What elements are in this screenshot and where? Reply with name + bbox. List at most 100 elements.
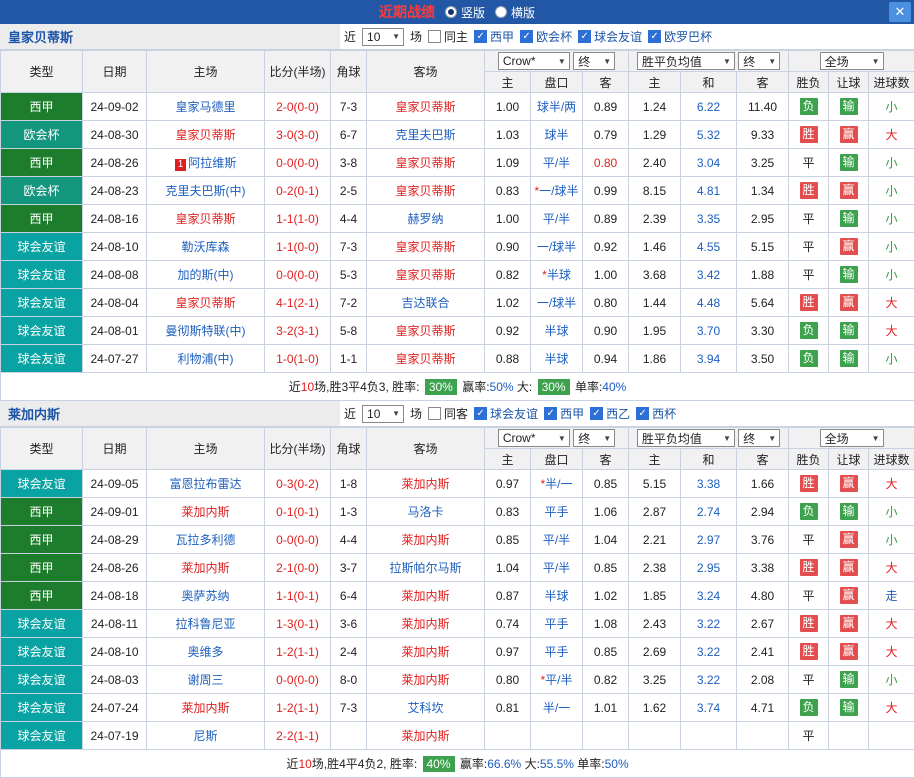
checkbox-icon[interactable] [428,407,441,420]
home-team[interactable]: 瓦拉多利德 [147,526,265,554]
score-cell: 2-2(1-1) [265,722,331,750]
league-filter-checkbox[interactable]: ✓球会友谊 [578,28,642,45]
checkbox-icon[interactable]: ✓ [474,407,487,420]
result-handicap: 赢 [829,177,869,205]
result-goals: 大 [869,317,914,345]
away-team[interactable]: 莱加内斯 [367,470,485,498]
home-team[interactable]: 奥维多 [147,638,265,666]
league-filter-checkbox[interactable]: ✓球会友谊 [474,405,538,422]
result-goals: 小 [869,345,914,373]
away-team[interactable]: 马洛卡 [367,498,485,526]
radio-icon[interactable] [445,6,457,18]
league-filter-checkbox[interactable]: ✓西甲 [544,405,584,422]
home-team[interactable]: 曼彻斯特联(中) [147,317,265,345]
away-team[interactable]: 皇家贝蒂斯 [367,261,485,289]
match-count-select[interactable]: 10▼ [362,405,404,423]
score-cell: 3-2(3-1) [265,317,331,345]
home-team[interactable]: 勒沃库森 [147,233,265,261]
home-team[interactable]: 皇家贝蒂斯 [147,121,265,149]
checkbox-icon[interactable]: ✓ [578,30,591,43]
away-team[interactable]: 皇家贝蒂斯 [367,149,485,177]
home-team[interactable]: 尼斯 [147,722,265,750]
checkbox-icon[interactable]: ✓ [474,30,487,43]
radio-icon[interactable] [495,6,507,18]
away-team[interactable]: 皇家贝蒂斯 [367,317,485,345]
home-team[interactable]: 莱加内斯 [147,498,265,526]
odds-home: 0.85 [485,526,531,554]
home-team[interactable]: 加的斯(中) [147,261,265,289]
avg-type-select[interactable]: 胜平负均值▼ [637,52,735,70]
score-cell: 3-0(3-0) [265,121,331,149]
avg-type-select[interactable]: 胜平负均值▼ [637,429,735,447]
close-button[interactable]: ✕ [889,2,911,22]
away-team[interactable]: 赫罗纳 [367,205,485,233]
odds-company-select[interactable]: Crow*▼ [498,52,570,70]
avg-draw: 3.35 [681,205,737,233]
away-team[interactable]: 拉斯帕尔马斯 [367,554,485,582]
away-team[interactable]: 艾科坎 [367,694,485,722]
avg-stage-select[interactable]: 终▼ [738,52,780,70]
home-team[interactable]: 莱加内斯 [147,694,265,722]
handicap-cell: 平/半 [531,149,583,177]
result-wdl: 胜 [789,638,829,666]
home-team[interactable]: 皇家马德里 [147,93,265,121]
odds-stage-select[interactable]: 终▼ [573,429,615,447]
away-team[interactable]: 吉达联合 [367,289,485,317]
home-team[interactable]: 利物浦(中) [147,345,265,373]
odds-stage-select[interactable]: 终▼ [573,52,615,70]
home-team[interactable]: 皇家贝蒂斯 [147,289,265,317]
away-team[interactable]: 莱加内斯 [367,526,485,554]
dropdown-arrow-icon: ▼ [392,32,400,41]
odds-company-select[interactable]: Crow*▼ [498,429,570,447]
full-match-select[interactable]: 全场▼ [820,429,884,447]
away-team[interactable]: 莱加内斯 [367,722,485,750]
result-handicap [829,722,869,750]
score-cell: 2-1(0-0) [265,554,331,582]
checkbox-icon[interactable]: ✓ [648,30,661,43]
home-team[interactable]: 拉科鲁尼亚 [147,610,265,638]
checkbox-icon[interactable]: ✓ [520,30,533,43]
home-team[interactable]: 谢周三 [147,666,265,694]
result-goals: 大 [869,694,914,722]
league-filter-checkbox[interactable]: ✓西乙 [590,405,630,422]
league-filter-checkbox[interactable]: ✓欧会杯 [520,28,572,45]
league-filter-checkbox[interactable]: ✓西杯 [636,405,676,422]
avg-stage-select[interactable]: 终▼ [738,429,780,447]
avg-home: 2.21 [629,526,681,554]
checkbox-icon[interactable] [428,30,441,43]
home-team[interactable]: 富恩拉布雷达 [147,470,265,498]
avg-home: 3.25 [629,666,681,694]
away-team[interactable]: 莱加内斯 [367,666,485,694]
checkbox-icon[interactable]: ✓ [636,407,649,420]
home-team[interactable]: 1阿拉维斯 [147,149,265,177]
away-team[interactable]: 莱加内斯 [367,582,485,610]
odds-home: 1.00 [485,205,531,233]
home-team[interactable]: 皇家贝蒂斯 [147,205,265,233]
layout-radio-option[interactable]: 横版 [495,4,535,21]
league-filter-checkbox[interactable]: ✓西甲 [474,28,514,45]
away-team[interactable]: 皇家贝蒂斯 [367,177,485,205]
result-wdl-value: 平 [803,589,815,603]
avg-draw: 3.42 [681,261,737,289]
full-match-select[interactable]: 全场▼ [820,52,884,70]
home-team[interactable]: 奥萨苏纳 [147,582,265,610]
away-team[interactable]: 皇家贝蒂斯 [367,233,485,261]
away-team[interactable]: 克里夫巴斯 [367,121,485,149]
result-wdl: 胜 [789,554,829,582]
away-team[interactable]: 皇家贝蒂斯 [367,93,485,121]
home-team[interactable]: 克里夫巴斯(中) [147,177,265,205]
result-goals-value: 大 [886,128,898,142]
away-team[interactable]: 莱加内斯 [367,610,485,638]
home-team[interactable]: 莱加内斯 [147,554,265,582]
match-date: 24-08-11 [83,610,147,638]
result-wdl: 平 [789,582,829,610]
away-team[interactable]: 莱加内斯 [367,638,485,666]
same-venue-checkbox[interactable]: 同客 [428,405,468,422]
same-venue-checkbox[interactable]: 同主 [428,28,468,45]
away-team[interactable]: 皇家贝蒂斯 [367,345,485,373]
match-count-select[interactable]: 10▼ [362,28,404,46]
league-filter-checkbox[interactable]: ✓欧罗巴杯 [648,28,712,45]
checkbox-icon[interactable]: ✓ [590,407,603,420]
layout-radio-option[interactable]: 竖版 [445,4,485,21]
checkbox-icon[interactable]: ✓ [544,407,557,420]
